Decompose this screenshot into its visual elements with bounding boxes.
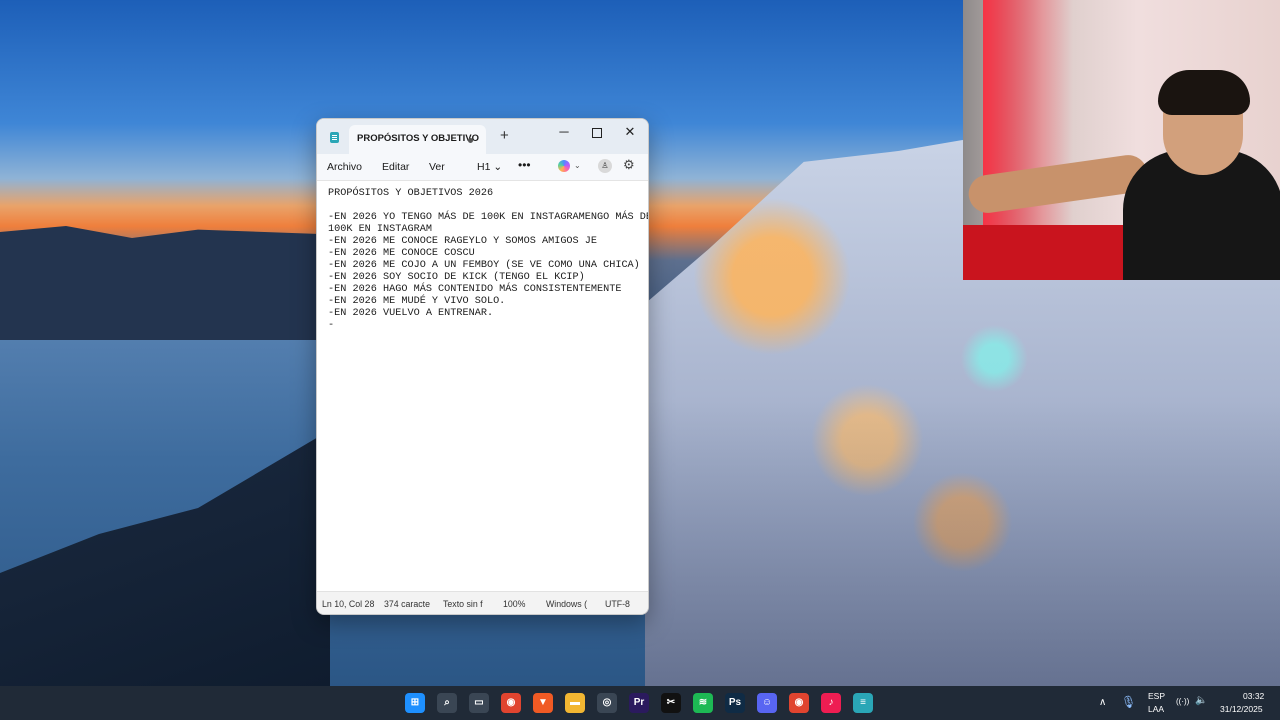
wallpaper-distant-cliff (0, 226, 330, 340)
status-character-count: 374 caracte (384, 599, 430, 609)
webcam-overlay (963, 0, 1280, 280)
notepad-titlebar[interactable]: PROPÓSITOS Y OBJETIVO + ─ ✕ (317, 119, 648, 154)
file-explorer-icon[interactable]: ▭ (469, 693, 489, 713)
webcam-red-light (983, 0, 1073, 260)
maximize-button[interactable] (582, 122, 612, 142)
wallpaper-village-shade (645, 400, 1280, 686)
chrome-2-icon[interactable]: ◉ (789, 693, 809, 713)
more-options-button[interactable]: ••• (518, 158, 531, 172)
windows-start-icon[interactable]: ⊞ (405, 693, 425, 713)
microphone-icon[interactable]: 🎙 (1121, 695, 1136, 709)
folder-icon[interactable]: ▬ (565, 693, 585, 713)
volume-icon[interactable]: 🔈 (1195, 695, 1207, 706)
account-icon[interactable]: ♙ (598, 159, 612, 173)
premiere-icon[interactable]: Pr (629, 693, 649, 713)
photoshop-icon[interactable]: Ps (725, 693, 745, 713)
discord-icon[interactable]: ☺ (757, 693, 777, 713)
notepad-app-icon (330, 132, 339, 143)
wifi-icon[interactable]: ((·)) (1176, 697, 1189, 706)
language-top[interactable]: ESP (1148, 691, 1165, 701)
status-encoding[interactable]: UTF-8 (605, 599, 630, 609)
notepad-statusbar: Ln 10, Col 28 374 caracte Texto sin f 10… (317, 591, 648, 614)
text-editor[interactable]: PROPÓSITOS Y OBJETIVOS 2026 -EN 2026 YO … (317, 181, 648, 589)
unsaved-dot-icon[interactable] (468, 138, 473, 143)
taskbar: ⊞ ⌕ ▭ ◉ ▼ ▬ ◎ Pr ✂ ≋ Ps ☺ ◉ ♪ ≡ ∧ 🎙 ESP LAA ((·)) 🔈 03… (0, 686, 1280, 720)
menu-editar[interactable]: Editar (382, 161, 409, 173)
gear-icon[interactable]: ⚙ (623, 157, 635, 173)
minimize-button[interactable]: ─ (549, 122, 579, 142)
heading-dropdown[interactable]: H1 ⌄ (477, 161, 502, 173)
chrome-icon[interactable]: ◉ (501, 693, 521, 713)
document-text[interactable]: PROPÓSITOS Y OBJETIVOS 2026 -EN 2026 YO … (328, 188, 648, 332)
brave-icon[interactable]: ▼ (533, 693, 553, 713)
status-format[interactable]: Texto sin f (443, 599, 483, 609)
webcam-person-hair (1158, 70, 1250, 115)
obs-icon[interactable]: ◎ (597, 693, 617, 713)
tab-title: PROPÓSITOS Y OBJETIVO (357, 133, 479, 144)
menu-ver[interactable]: Ver (429, 161, 445, 173)
menu-archivo[interactable]: Archivo (327, 161, 362, 173)
clock-time[interactable]: 03:32 (1243, 691, 1264, 701)
tab-document[interactable]: PROPÓSITOS Y OBJETIVO (349, 125, 486, 154)
notepad-window[interactable]: PROPÓSITOS Y OBJETIVO + ─ ✕ Archivo Edit… (316, 118, 649, 615)
language-bottom[interactable]: LAA (1148, 704, 1164, 714)
spotify-icon[interactable]: ≋ (693, 693, 713, 713)
clock-date[interactable]: 31/12/2025 (1220, 704, 1263, 714)
tiktok-icon[interactable]: ♪ (821, 693, 841, 713)
copilot-icon[interactable] (558, 160, 570, 172)
notepad-menubar: Archivo Editar Ver H1 ⌄ ••• ⌄ ♙ ⚙ (317, 154, 648, 181)
status-line-ending[interactable]: Windows ( (546, 599, 587, 609)
chevron-down-icon[interactable]: ⌄ (574, 161, 581, 170)
status-zoom[interactable]: 100% (503, 599, 526, 609)
close-button[interactable]: ✕ (615, 122, 645, 142)
notepad-icon[interactable]: ≡ (853, 693, 873, 713)
new-tab-button[interactable]: + (500, 127, 509, 144)
tray-overflow-chevron-icon[interactable]: ∧ (1099, 697, 1106, 708)
status-cursor-position: Ln 10, Col 28 (322, 599, 375, 609)
capcut-icon[interactable]: ✂ (661, 693, 681, 713)
search-icon[interactable]: ⌕ (437, 693, 457, 713)
maximize-icon (592, 127, 602, 138)
